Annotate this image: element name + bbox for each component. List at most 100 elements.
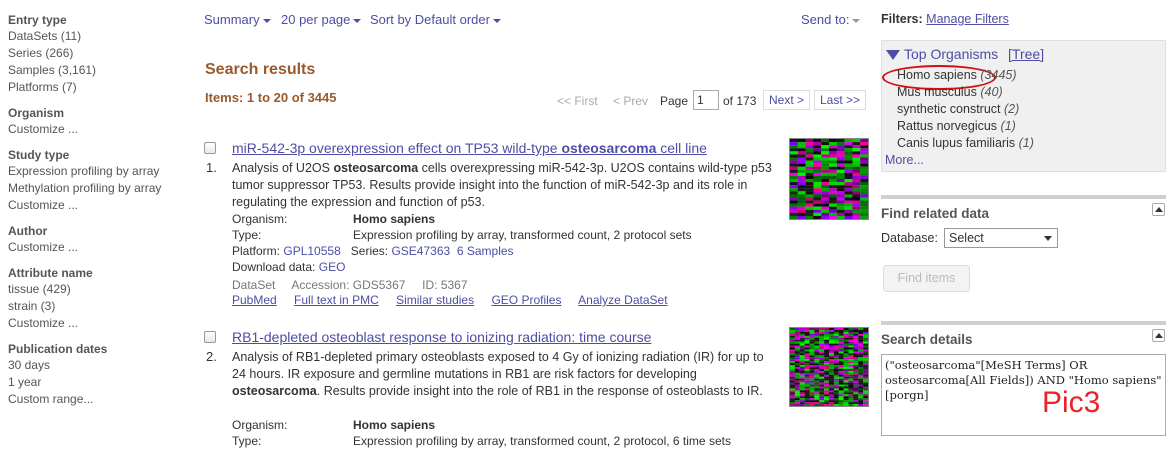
publication-dates-group: Publication dates 30 days 1 year Custom …: [8, 341, 188, 408]
result-2-title-link[interactable]: RB1-depleted osteoblast response to ioni…: [232, 329, 651, 345]
result-1-title-link[interactable]: miR-542-3p overexpression effect on TP53…: [232, 140, 707, 156]
heatmap-cell: [833, 329, 839, 332]
heatmap-cell: [863, 370, 868, 373]
heatmap-cell: [853, 359, 859, 362]
collapse-search-details-icon[interactable]: [1152, 329, 1165, 342]
heatmap-cell: [843, 353, 849, 356]
heatmap-cell: [829, 339, 834, 342]
heatmap-cell: [844, 191, 853, 195]
attribute-tissue[interactable]: tissue (429): [8, 281, 188, 298]
summary-format-dropdown[interactable]: Summary: [204, 12, 271, 27]
heatmap-cell: [833, 361, 839, 364]
chevron-down-icon: [492, 18, 501, 23]
last-page-button[interactable]: Last >>: [814, 90, 867, 110]
organism-mus-musculus[interactable]: Mus musculus (40): [897, 85, 1003, 99]
heatmap-cell: [813, 206, 822, 210]
more-organisms-link[interactable]: More...: [885, 153, 924, 167]
collapse-triangle-icon[interactable]: [886, 50, 900, 60]
heatmap-cell: [799, 355, 805, 358]
database-select[interactable]: Select: [944, 228, 1058, 248]
heatmap-cell: [809, 380, 815, 383]
organism-value: Homo sapiens: [353, 212, 436, 226]
collapse-find-related-icon[interactable]: [1152, 203, 1165, 216]
organism-canis-lupus[interactable]: Canis lupus familiaris (1): [897, 136, 1034, 150]
heatmap-cell: [790, 188, 798, 192]
pubmed-link[interactable]: PubMed: [232, 293, 277, 307]
heatmap-cell: [853, 370, 859, 373]
heatmap-cell: [805, 172, 814, 177]
result-2-heatmap-thumbnail[interactable]: [789, 327, 869, 407]
heatmap-cell: [863, 402, 868, 405]
pubdate-1-year[interactable]: 1 year: [8, 374, 188, 391]
heatmap-cell: [790, 398, 795, 401]
heatmap-cell: [824, 355, 830, 358]
heatmap-cell: [843, 349, 849, 352]
tree-link[interactable]: [Tree]: [1008, 46, 1044, 62]
send-to-dropdown[interactable]: Send to:: [801, 12, 861, 27]
pubdate-custom-range[interactable]: Custom range...: [8, 391, 188, 408]
heatmap-cell: [821, 160, 830, 164]
heatmap-cell: [833, 370, 839, 373]
heatmap-cell: [813, 191, 822, 195]
heatmap-cell: [799, 361, 805, 364]
sort-dropdown[interactable]: Sort by Default order: [370, 12, 501, 27]
heatmap-cell: [794, 382, 800, 385]
heatmap-cell: [799, 378, 805, 381]
search-details-query[interactable]: ("osteosarcoma"[MeSH Terms] OR osteosarc…: [881, 354, 1166, 436]
heatmap-cell: [858, 392, 864, 395]
heatmap-cell: [814, 347, 820, 350]
study-type-methylation[interactable]: Methylation profiling by array: [8, 180, 188, 197]
entry-type-datasets[interactable]: DataSets (11): [8, 28, 188, 45]
download-label: Download data:: [232, 260, 316, 274]
heatmap-cell: [790, 384, 795, 387]
heatmap-cell: [860, 142, 868, 146]
study-type-expression[interactable]: Expression profiling by array: [8, 163, 188, 180]
organism-rattus-norvegicus[interactable]: Rattus norvegicus (1): [897, 119, 1016, 133]
geo-profiles-link[interactable]: GEO Profiles: [491, 293, 561, 307]
attribute-customize-link[interactable]: Customize ...: [8, 315, 188, 332]
find-items-button[interactable]: Find items: [883, 265, 970, 292]
heatmap-cell: [814, 355, 820, 358]
heatmap-cell: [797, 215, 806, 219]
attribute-name-heading: Attribute name: [8, 266, 93, 280]
platform-link[interactable]: GPL10558: [283, 244, 340, 258]
samples-link[interactable]: 6 Samples: [457, 244, 514, 258]
attribute-strain[interactable]: strain (3): [8, 298, 188, 315]
organism-value: Homo sapiens: [353, 418, 436, 432]
result-2-checkbox[interactable]: [204, 331, 216, 343]
result-1-checkbox[interactable]: [204, 142, 216, 154]
heatmap-cell: [848, 380, 854, 383]
heatmap-cell: [853, 339, 859, 342]
full-text-pmc-link[interactable]: Full text in PMC: [294, 293, 379, 307]
result-2-organism-row: Organism: Homo sapiens: [232, 417, 435, 433]
heatmap-cell: [824, 368, 830, 371]
heatmap-cell: [809, 376, 815, 379]
entry-type-platforms[interactable]: Platforms (7): [8, 79, 188, 96]
heatmap-cell: [809, 404, 815, 406]
next-page-button[interactable]: Next >: [763, 90, 811, 110]
heatmap-cell: [829, 194, 837, 198]
heatmap-cell: [836, 154, 845, 158]
study-type-customize-link[interactable]: Customize ...: [8, 197, 188, 214]
pubdate-30-days[interactable]: 30 days: [8, 357, 188, 374]
result-1-heatmap-thumbnail[interactable]: [789, 138, 869, 220]
organism-synthetic-construct[interactable]: synthetic construct (2): [897, 102, 1019, 116]
download-geo-link[interactable]: GEO: [319, 260, 346, 274]
heatmap-cell: [858, 388, 864, 391]
organism-homo-sapiens[interactable]: Homo sapiens (3445): [897, 68, 1017, 82]
entry-type-samples[interactable]: Samples (3,161): [8, 62, 188, 79]
heatmap-cell: [852, 154, 861, 158]
organism-customize-link[interactable]: Customize ...: [8, 121, 188, 138]
series-link[interactable]: GSE47363: [391, 244, 450, 258]
heatmap-cell: [794, 353, 800, 356]
similar-studies-link[interactable]: Similar studies: [396, 293, 474, 307]
heatmap-cell: [852, 172, 861, 177]
heatmap-cell: [843, 390, 849, 393]
per-page-dropdown[interactable]: 20 per page: [281, 12, 362, 27]
manage-filters-link[interactable]: Manage Filters: [926, 12, 1009, 26]
heatmap-cell: [853, 392, 859, 395]
author-customize-link[interactable]: Customize ...: [8, 239, 188, 256]
analyze-dataset-link[interactable]: Analyze DataSet: [578, 293, 667, 307]
entry-type-series[interactable]: Series (266): [8, 45, 188, 62]
page-number-input[interactable]: 1: [693, 90, 719, 110]
